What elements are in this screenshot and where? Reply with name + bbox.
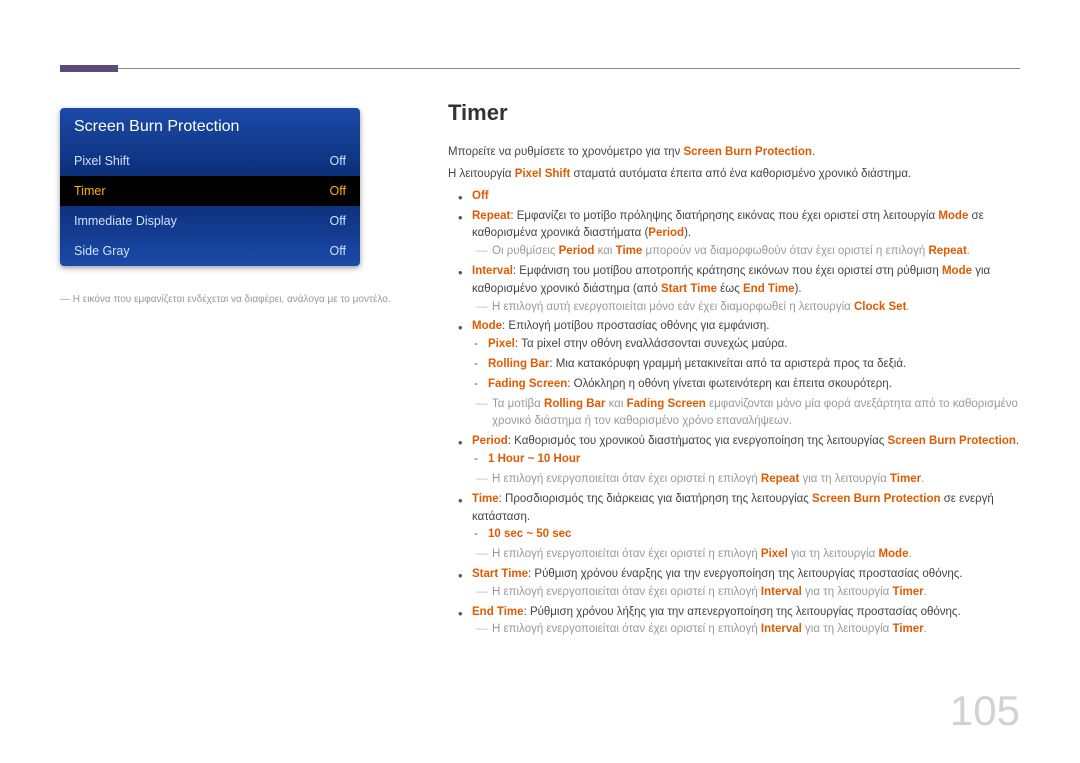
- note-interval: Η επιλογή αυτή ενεργοποιείται μόνο εάν έ…: [472, 299, 1020, 317]
- bullet-time: Time: Προσδιορισμός της διάρκειας για δι…: [472, 491, 1020, 564]
- header-rule: [60, 68, 1020, 69]
- note-repeat: Οι ρυθμίσεις Period και Time μπορούν να …: [472, 243, 1020, 261]
- intro-line-1: Μπορείτε να ρυθμίσετε το χρονόμετρο για …: [448, 144, 1020, 162]
- sub-rolling-bar: Rolling Bar: Μια κατακόρυφη γραμμή μετακ…: [488, 356, 1020, 374]
- menu-item-label: Pixel Shift: [74, 154, 130, 168]
- menu-item-value: Off: [330, 214, 346, 228]
- menu-item-label: Immediate Display: [74, 214, 177, 228]
- bullet-end-time: End Time: Ρύθμιση χρόνου λήξης για την α…: [472, 604, 1020, 640]
- note-end-time: Η επιλογή ενεργοποιείται όταν έχει οριστ…: [472, 621, 1020, 639]
- sub-fading-screen: Fading Screen: Ολόκληρη η οθόνη γίνεται …: [488, 376, 1020, 394]
- menu-item-value: Off: [330, 184, 346, 198]
- osd-menu: Screen Burn Protection Pixel Shift Off T…: [60, 108, 360, 266]
- note-period: Η επιλογή ενεργοποιείται όταν έχει οριστ…: [472, 471, 1020, 489]
- menu-item-side-gray[interactable]: Side Gray Off: [60, 236, 360, 266]
- note-start-time: Η επιλογή ενεργοποιείται όταν έχει οριστ…: [472, 584, 1020, 602]
- menu-item-timer[interactable]: Timer Off: [60, 176, 360, 206]
- sub-pixel: Pixel: Τα pixel στην οθόνη εναλλάσσονται…: [488, 336, 1020, 354]
- content-column: Timer Μπορείτε να ρυθμίσετε το χρονόμετρ…: [448, 96, 1020, 641]
- bullet-period: Period: Καθορισμός του χρονικού διαστήμα…: [472, 433, 1020, 488]
- osd-menu-title: Screen Burn Protection: [60, 108, 360, 146]
- bullet-off: Off: [472, 188, 1020, 206]
- section-heading: Timer: [448, 96, 1020, 130]
- bullet-repeat: Repeat: Εμφανίζει το μοτίβο πρόληψης δια…: [472, 208, 1020, 261]
- bullet-mode: Mode: Επιλογή μοτίβου προστασίας οθόνης …: [472, 318, 1020, 431]
- note-mode: Τα μοτίβα Rolling Bar και Fading Screen …: [472, 396, 1020, 432]
- bullet-interval: Interval: Εμφάνιση του μοτίβου αποτροπής…: [472, 263, 1020, 316]
- page-number: 105: [950, 687, 1020, 735]
- menu-item-value: Off: [330, 244, 346, 258]
- intro-line-2: Η λειτουργία Pixel Shift σταματά αυτόματ…: [448, 166, 1020, 184]
- note-time: Η επιλογή ενεργοποιείται όταν έχει οριστ…: [472, 546, 1020, 564]
- menu-caption: ― Η εικόνα που εμφανίζεται ενδέχεται να …: [60, 294, 420, 305]
- menu-item-pixel-shift[interactable]: Pixel Shift Off: [60, 146, 360, 176]
- bullet-start-time: Start Time: Ρύθμιση χρόνου έναρξης για τ…: [472, 566, 1020, 602]
- menu-item-value: Off: [330, 154, 346, 168]
- menu-item-label: Timer: [74, 184, 105, 198]
- sub-period-range: 1 Hour ~ 10 Hour: [488, 451, 1020, 469]
- sub-time-range: 10 sec ~ 50 sec: [488, 526, 1020, 544]
- menu-item-immediate-display[interactable]: Immediate Display Off: [60, 206, 360, 236]
- menu-item-label: Side Gray: [74, 244, 130, 258]
